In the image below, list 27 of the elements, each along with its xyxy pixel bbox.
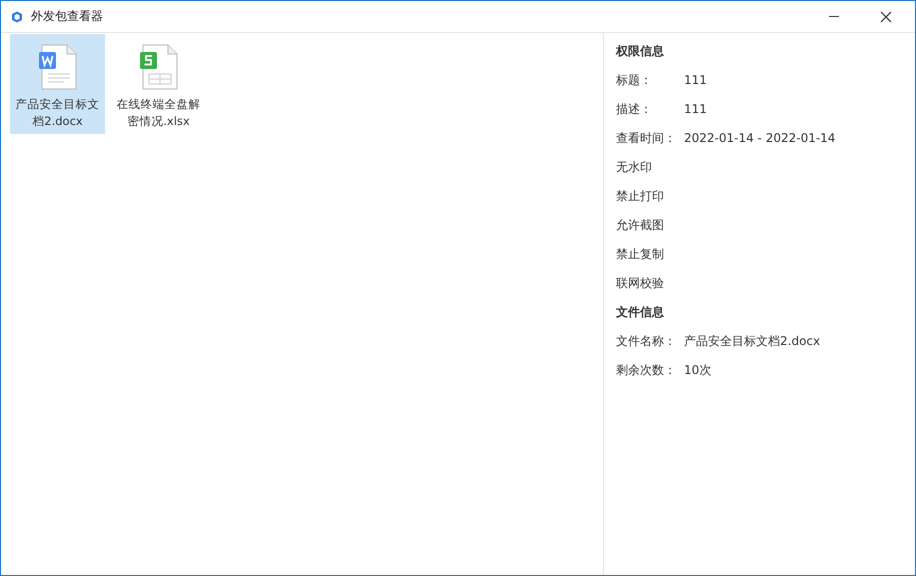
info-value: 产品安全目标文档2.docx: [684, 333, 820, 350]
permission-text: 允许截图: [616, 217, 664, 234]
info-label: 标题：: [616, 72, 653, 89]
close-icon: [880, 10, 892, 22]
info-label: 文件名称：: [616, 333, 677, 350]
file-name: 在线终端全盘解密情况.xlsx: [116, 96, 202, 130]
permission-text: 联网校验: [616, 275, 664, 292]
info-value: 10次: [684, 362, 712, 379]
info-label: 剩余次数：: [616, 362, 677, 379]
word-document-icon: [38, 44, 78, 90]
info-value: 111: [684, 72, 707, 89]
info-label: 描述：: [616, 101, 653, 118]
info-label: 查看时间：: [616, 130, 677, 147]
info-value: 111: [684, 101, 707, 118]
spreadsheet-icon: [138, 44, 178, 90]
section-heading: 权限信息: [616, 43, 665, 60]
permission-text: 禁止打印: [616, 188, 664, 205]
file-name: 产品安全目标文档2.docx: [14, 96, 100, 130]
app-icon: [11, 10, 23, 22]
file-item[interactable]: 产品安全目标文档2.docx: [10, 34, 105, 134]
permission-text: 无水印: [616, 159, 652, 176]
permission-text: 禁止复制: [616, 246, 664, 263]
section-heading: 文件信息: [616, 304, 665, 321]
file-item[interactable]: 在线终端全盘解密情况.xlsx: [111, 34, 206, 134]
info-value: 2022-01-14 - 2022-01-14: [684, 130, 836, 147]
minimize-icon: [828, 16, 840, 17]
window-title: 外发包查看器: [31, 8, 103, 25]
